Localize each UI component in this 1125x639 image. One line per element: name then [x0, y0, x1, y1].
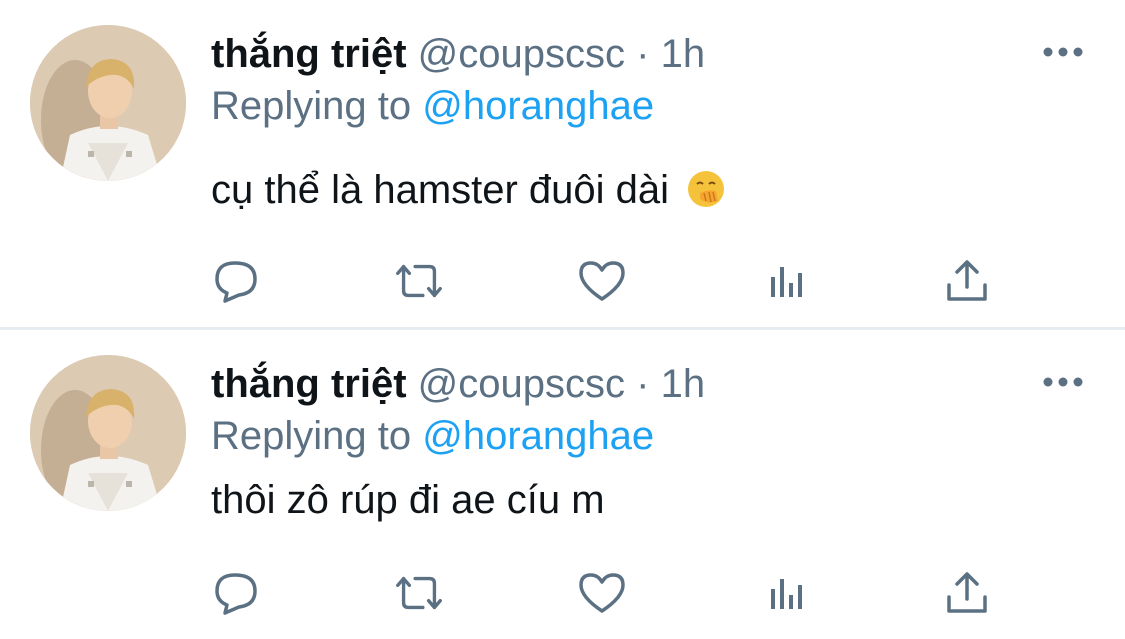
share-icon[interactable] — [940, 256, 994, 306]
action-bar — [0, 256, 1125, 306]
author-handle[interactable]: @coupscsc — [418, 32, 625, 76]
retweet-icon[interactable] — [392, 568, 446, 618]
avatar[interactable] — [30, 25, 186, 181]
tweet-text: cụ thể là hamster đuôi dài — [211, 166, 726, 214]
replying-prefix: Replying to — [211, 414, 412, 458]
analytics-icon[interactable] — [758, 568, 812, 618]
like-icon[interactable] — [575, 568, 629, 618]
action-bar — [0, 568, 1125, 618]
mention-link[interactable]: @horanghae — [422, 414, 654, 458]
avatar[interactable] — [30, 355, 186, 511]
tweet-text-content: cụ thể là hamster đuôi dài — [211, 168, 670, 212]
tweet[interactable]: thắng triệt @coupscsc · 1h Replying to @… — [0, 0, 1125, 328]
reply-icon[interactable] — [210, 568, 264, 618]
tweet-feed: thắng triệt @coupscsc · 1h Replying to @… — [0, 0, 1125, 639]
face-with-hand-over-mouth-icon — [686, 169, 726, 209]
timestamp[interactable]: 1h — [661, 32, 706, 76]
reply-icon[interactable] — [210, 256, 264, 306]
tweet-text-content: thôi zô rúp đi ae cíu m — [211, 478, 605, 522]
retweet-icon[interactable] — [392, 256, 446, 306]
analytics-icon[interactable] — [758, 256, 812, 306]
tweet-text: thôi zô rúp đi ae cíu m — [211, 476, 605, 524]
replying-to: Replying to @horanghae — [211, 412, 654, 460]
share-icon[interactable] — [940, 568, 994, 618]
avatar-photo — [30, 355, 186, 511]
like-icon[interactable] — [575, 256, 629, 306]
more-icon[interactable] — [1038, 40, 1088, 64]
replying-prefix: Replying to — [211, 84, 412, 128]
avatar-photo — [30, 25, 186, 181]
more-icon[interactable] — [1038, 370, 1088, 394]
tweet[interactable]: thắng triệt @coupscsc · 1h Replying to @… — [0, 330, 1125, 639]
separator-dot: · — [636, 32, 650, 76]
replying-to: Replying to @horanghae — [211, 82, 654, 130]
author-name[interactable]: thắng triệt — [211, 32, 407, 76]
separator-dot: · — [636, 362, 650, 406]
timestamp[interactable]: 1h — [661, 362, 706, 406]
tweet-header: thắng triệt @coupscsc · 1h — [211, 360, 705, 408]
tweet-header: thắng triệt @coupscsc · 1h — [211, 30, 705, 78]
author-handle[interactable]: @coupscsc — [418, 362, 625, 406]
author-name[interactable]: thắng triệt — [211, 362, 407, 406]
mention-link[interactable]: @horanghae — [422, 84, 654, 128]
